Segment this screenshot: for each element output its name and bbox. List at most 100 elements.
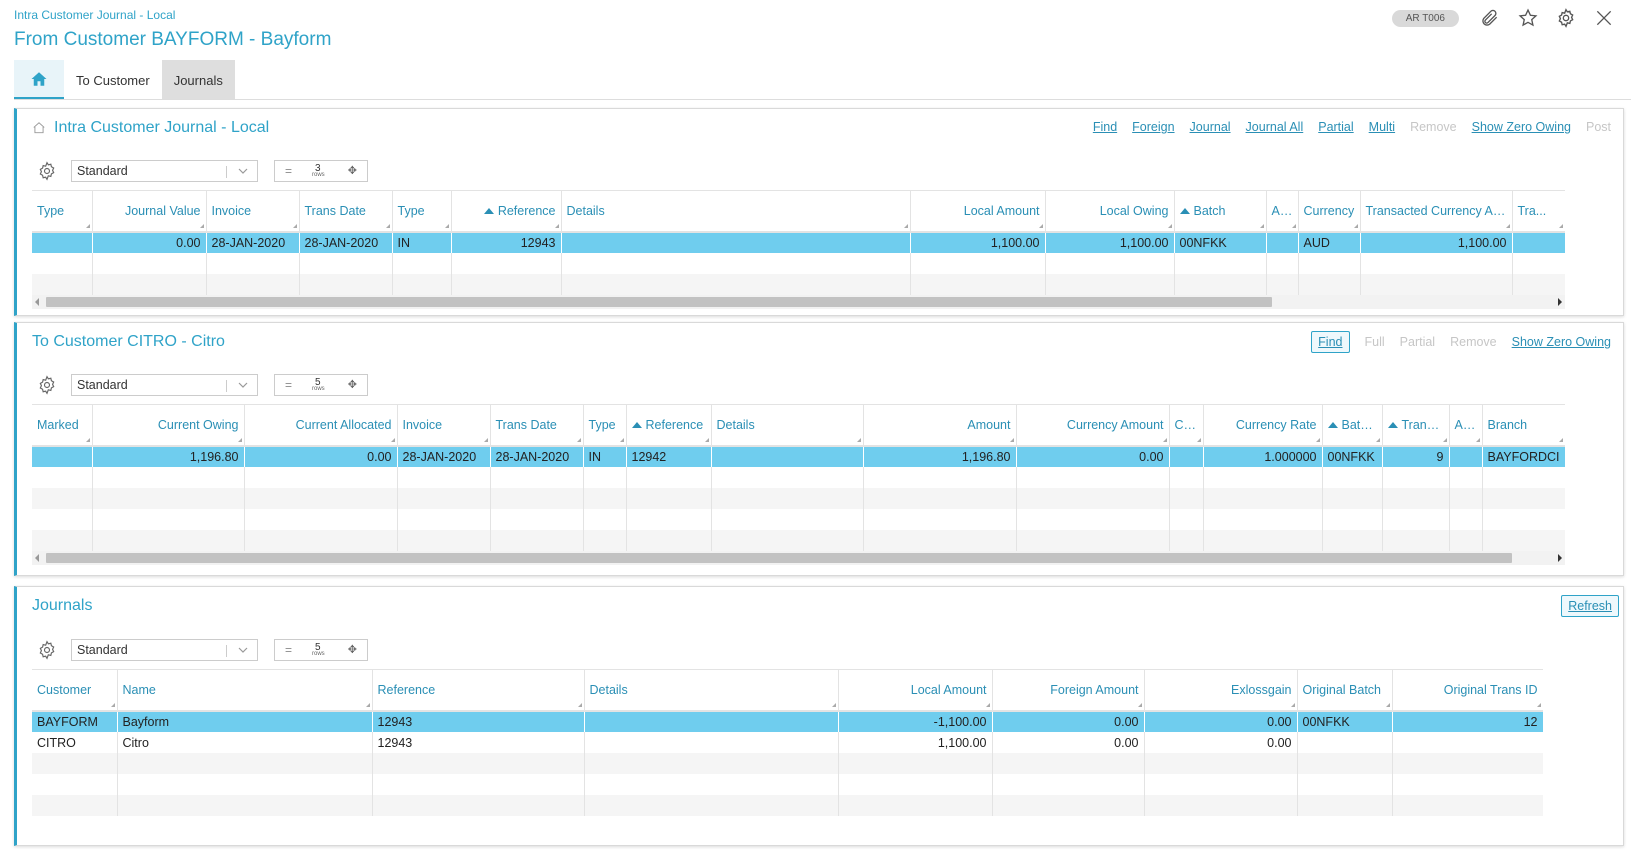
panel2-action-2[interactable]: Partial: [1400, 335, 1435, 349]
panel2-col-header[interactable]: Invoice: [397, 405, 491, 446]
panel2-col-header[interactable]: Reference: [626, 405, 712, 446]
panel3-col-header[interactable]: Exlossgain: [1144, 670, 1298, 711]
panel3-view-select[interactable]: Standard: [71, 639, 258, 661]
panel1-action-7[interactable]: Show Zero Owing: [1472, 120, 1571, 134]
panel2-col-header[interactable]: Amount: [863, 405, 1017, 446]
panel1-action-0[interactable]: Find: [1093, 120, 1117, 134]
panel3-col-header[interactable]: Reference: [372, 670, 585, 711]
grid-settings-gear-icon[interactable]: [37, 640, 57, 660]
panel2-action-0[interactable]: Find: [1311, 331, 1350, 353]
panel2-action-1[interactable]: Full: [1365, 335, 1385, 349]
panel3-col-header[interactable]: Name: [117, 670, 373, 711]
panel2-col-header[interactable]: Current Owing: [92, 405, 245, 446]
minus-icon[interactable]: =: [285, 164, 292, 178]
panel1-action-6[interactable]: Remove: [1410, 120, 1457, 134]
panel1-col-header[interactable]: Invoice: [206, 191, 300, 232]
panel3-col-header[interactable]: Original Batch: [1297, 670, 1393, 711]
panel1-action-8[interactable]: Post: [1586, 120, 1611, 134]
panel1-action-5[interactable]: Multi: [1369, 120, 1395, 134]
panel2-col-header[interactable]: Currency Amount: [1016, 405, 1170, 446]
panel1-col-header[interactable]: Details: [561, 191, 911, 232]
panel2-col-header[interactable]: Trans Date: [490, 405, 584, 446]
table-row[interactable]: 1,196.80 0.00 28-JAN-2020 28-JAN-2020 IN 1294…: [32, 446, 1565, 467]
panel1-col-header[interactable]: Type: [392, 191, 452, 232]
panel2-col-header[interactable]: Batc...: [1322, 405, 1383, 446]
plus-icon[interactable]: ✥: [348, 164, 357, 177]
panel1-view-select[interactable]: Standard: [71, 160, 258, 182]
panel1-col-header[interactable]: Type: [32, 191, 93, 232]
grid-settings-gear-icon[interactable]: [37, 161, 57, 181]
panel1-col-header[interactable]: Transacted Currency Am...: [1360, 191, 1513, 232]
panel1-cell: [910, 274, 1046, 295]
panel2-col-header[interactable]: Details: [711, 405, 864, 446]
panel3-col-header[interactable]: Local Amount: [838, 670, 993, 711]
plus-icon[interactable]: ✥: [348, 643, 357, 656]
panel1-col-header[interactable]: Tra...: [1512, 191, 1565, 232]
panel2-col-header[interactable]: Branch: [1482, 405, 1565, 446]
panel1-action-2[interactable]: Journal: [1190, 120, 1231, 134]
plus-icon[interactable]: ✥: [348, 378, 357, 391]
table-row[interactable]: [32, 253, 1565, 274]
panel2-cell: [583, 530, 627, 551]
breadcrumb[interactable]: Intra Customer Journal - Local: [14, 8, 175, 22]
panel1-action-1[interactable]: Foreign: [1132, 120, 1174, 134]
minus-icon[interactable]: =: [285, 643, 292, 657]
panel2-action-4[interactable]: Show Zero Owing: [1512, 335, 1611, 349]
table-row[interactable]: [32, 753, 1543, 774]
panel2-col-header[interactable]: Current Allocated: [244, 405, 398, 446]
panel1-hscrollbar[interactable]: [32, 295, 1565, 309]
tab-journals[interactable]: Journals: [161, 60, 235, 100]
panel2-col-header[interactable]: Currency Rate: [1203, 405, 1323, 446]
panel1-col-header[interactable]: Batch: [1174, 191, 1267, 232]
panel2-col-header[interactable]: Marked: [32, 405, 93, 446]
panel1-rows-stepper[interactable]: = 3 rows ✥: [274, 160, 368, 182]
table-row[interactable]: [32, 467, 1565, 488]
panel1-col-header[interactable]: Trans Date: [299, 191, 393, 232]
grid-settings-gear-icon[interactable]: [37, 375, 57, 395]
table-row[interactable]: [32, 488, 1565, 509]
panel1-cell: [561, 232, 911, 253]
panel1-action-4[interactable]: Partial: [1318, 120, 1353, 134]
panel1-col-header[interactable]: Age: [1266, 191, 1299, 232]
panel3-col-header[interactable]: Details: [584, 670, 839, 711]
panel1-col-header[interactable]: Local Owing: [1045, 191, 1175, 232]
table-row[interactable]: [32, 509, 1565, 530]
table-row[interactable]: [32, 795, 1543, 816]
panel2-col-header[interactable]: Type: [583, 405, 627, 446]
panel3-col-header[interactable]: Original Trans ID: [1392, 670, 1543, 711]
panel1-col-header[interactable]: Journal Value: [92, 191, 207, 232]
panel1-col-header[interactable]: Local Amount: [910, 191, 1046, 232]
panel2-col-header[interactable]: Cu...: [1169, 405, 1204, 446]
table-row[interactable]: 0.00 28-JAN-2020 28-JAN-2020 IN 12943 1,100.0…: [32, 232, 1565, 253]
panel2-grid: Marked Current Owing Current Allocated Invo…: [32, 404, 1565, 551]
panel2-col-label: Details: [716, 418, 755, 432]
panel1-col-header[interactable]: Reference: [451, 191, 562, 232]
sort-ascending-icon: [1179, 208, 1190, 214]
panel1-action-3[interactable]: Journal All: [1246, 120, 1304, 134]
settings-gear-icon[interactable]: [1555, 7, 1577, 29]
panel1-col-header[interactable]: Currency: [1298, 191, 1361, 232]
panel2-col-header[interactable]: Trans ...: [1382, 405, 1450, 446]
table-row[interactable]: BAYFORM Bayform 12943 -1,100.00 0.00 0.00 00NF…: [32, 711, 1543, 732]
table-row[interactable]: [32, 274, 1565, 295]
table-row[interactable]: [32, 774, 1543, 795]
panel2-action-3[interactable]: Remove: [1450, 335, 1497, 349]
panel2-rows-stepper[interactable]: = 5 rows ✥: [274, 374, 368, 396]
star-icon[interactable]: [1517, 7, 1539, 29]
panel3-col-header[interactable]: Customer: [32, 670, 118, 711]
panel3-col-label: Customer: [37, 683, 92, 697]
panel3-col-header[interactable]: Foreign Amount: [992, 670, 1145, 711]
panel3-rows-stepper[interactable]: = 5 rows ✥: [274, 639, 368, 661]
minus-icon[interactable]: =: [285, 378, 292, 392]
tab-home[interactable]: [14, 60, 64, 100]
panel2-view-select[interactable]: Standard: [71, 374, 258, 396]
panel3-action-0[interactable]: Refresh: [1561, 595, 1619, 617]
panel2-cell: [1169, 488, 1204, 509]
panel2-col-header[interactable]: Age: [1449, 405, 1483, 446]
table-row[interactable]: [32, 530, 1565, 551]
table-row[interactable]: CITRO Citro 12943 1,100.00 0.00 0.00: [32, 732, 1543, 753]
tab-to-customer[interactable]: To Customer: [64, 60, 162, 100]
paperclip-icon[interactable]: [1479, 7, 1501, 29]
panel2-hscrollbar[interactable]: [32, 551, 1565, 565]
close-icon[interactable]: [1593, 7, 1615, 29]
